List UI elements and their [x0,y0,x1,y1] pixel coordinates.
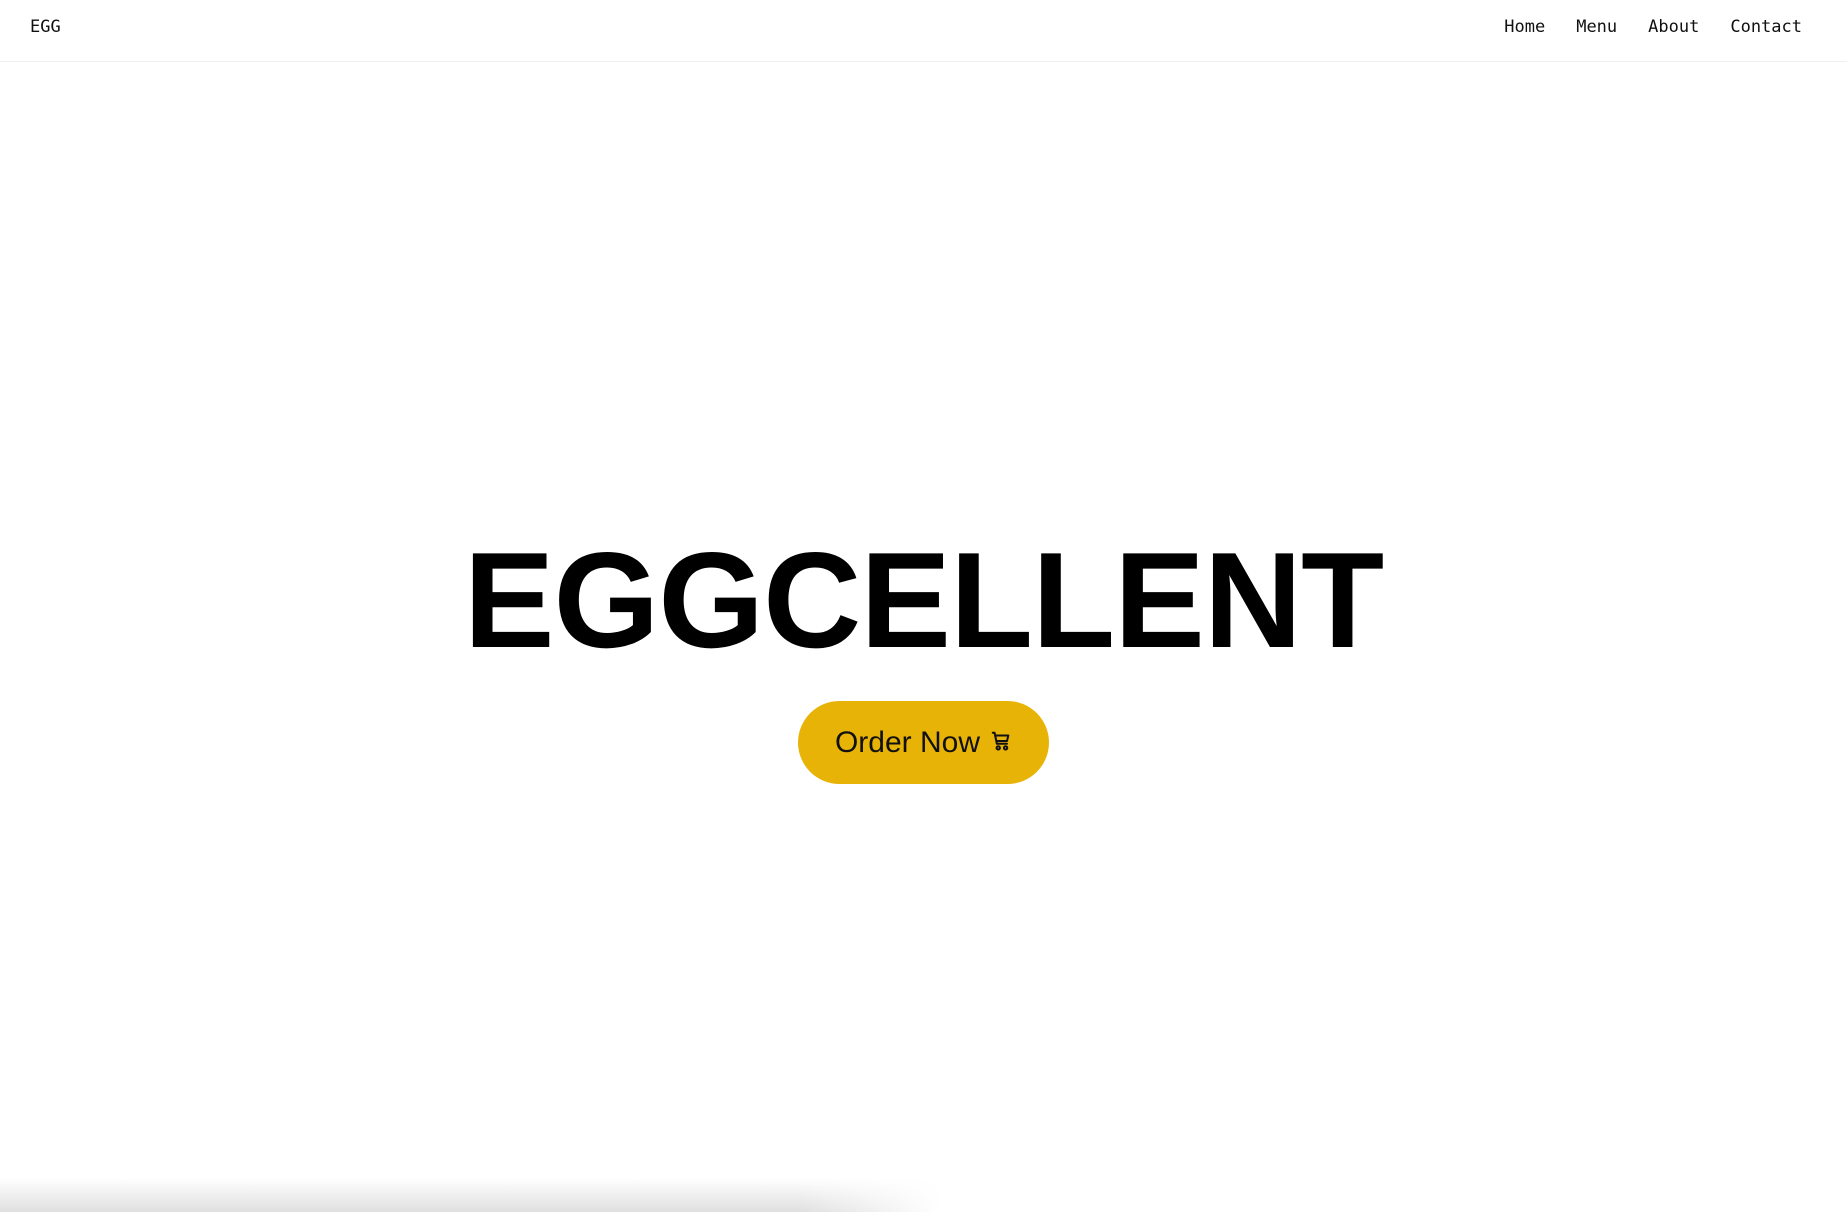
nav-link-contact[interactable]: Contact [1730,17,1802,37]
top-navbar: EGG Home Menu About Contact [0,0,1847,62]
logo[interactable]: EGG [30,17,61,37]
bottom-shadow [0,1178,940,1212]
order-now-button[interactable]: Order Now [798,701,1049,784]
nav-link-menu[interactable]: Menu [1576,17,1617,37]
hero-title: EGGCELLENT [463,524,1384,676]
nav-link-about[interactable]: About [1648,17,1699,37]
cart-icon [990,726,1012,760]
nav-links: Home Menu About Contact [1504,17,1802,37]
nav-link-home[interactable]: Home [1504,17,1545,37]
order-now-label: Order Now [834,725,981,759]
